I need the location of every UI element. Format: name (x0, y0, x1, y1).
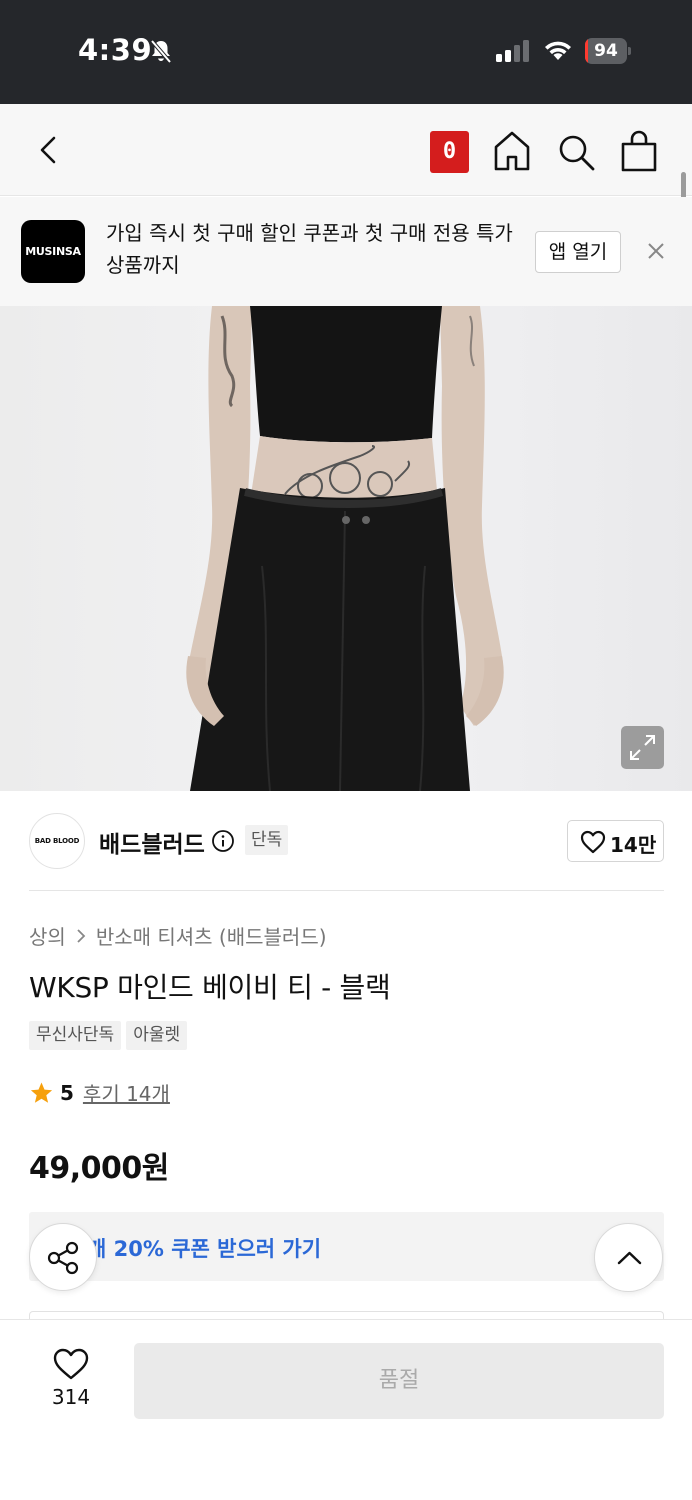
heart-icon (53, 1348, 89, 1380)
share-button[interactable] (29, 1223, 97, 1291)
product-image[interactable] (0, 306, 692, 791)
breadcrumb-subcategory[interactable]: 반소매 티셔츠 (배드블러드) (96, 921, 327, 950)
bottom-action-bar: 314 품절 (0, 1319, 692, 1500)
breadcrumb: 상의 반소매 티셔츠 (배드블러드) (29, 921, 327, 950)
scroll-top-button[interactable] (594, 1223, 663, 1292)
brand-row: BAD BLOOD 배드블러드 단독 14만 (0, 791, 692, 891)
bell-off-icon (150, 39, 172, 64)
search-icon[interactable] (556, 132, 596, 172)
info-icon[interactable] (211, 829, 235, 853)
home-icon[interactable] (492, 130, 532, 172)
app-download-banner[interactable]: MUSINSA 가입 즉시 첫 구매 할인 쿠폰과 첫 구매 전용 특가 상품까… (0, 197, 692, 306)
product-title: WKSP 마인드 베이비 티 - 블랙 (29, 971, 391, 1004)
top-navigation: 0 (0, 104, 692, 196)
battery-icon: 94 (585, 38, 631, 64)
review-link[interactable]: 후기 14개 (83, 1078, 170, 1107)
banner-message: 가입 즉시 첫 구매 할인 쿠폰과 첫 구매 전용 특가 상품까지 (106, 221, 513, 277)
wishlist-count: 314 (51, 1385, 91, 1409)
brand-like-button[interactable]: 14만 (567, 820, 664, 862)
status-bar: 4:39 94 (0, 0, 692, 104)
product-price: 49,000원 (29, 1151, 169, 1186)
heart-icon (580, 830, 606, 854)
chevron-up-icon (617, 1251, 642, 1265)
status-time: 4:39 (78, 33, 153, 67)
star-icon (30, 1082, 53, 1103)
rating-score: 5 (60, 1080, 74, 1105)
shopping-bag-icon[interactable] (620, 130, 658, 172)
cart-count-badge[interactable]: 0 (430, 131, 469, 173)
brand-like-count: 14만 (610, 833, 657, 857)
chevron-right-icon (77, 928, 86, 943)
coupon-text: 개 20% 쿠폰 받으러 가기 (87, 1237, 322, 1261)
share-icon (47, 1241, 79, 1275)
wifi-icon (545, 41, 571, 60)
battery-level: 94 (594, 41, 618, 61)
musinsa-logo: MUSINSA (21, 220, 85, 283)
rating: 5 후기 14개 (29, 1078, 170, 1107)
tag-musinsa-exclusive: 무신사단독 (29, 1021, 122, 1050)
brand-name[interactable]: 배드블러드 (99, 825, 205, 859)
divider (29, 890, 664, 891)
coupon-banner[interactable]: 개 20% 쿠폰 받으러 가기 (29, 1212, 664, 1281)
open-app-button[interactable]: 앱 열기 (535, 231, 621, 273)
signal-icon (496, 40, 529, 62)
soldout-button[interactable]: 품절 (134, 1343, 664, 1419)
exclusive-badge: 단독 (245, 825, 289, 855)
wishlist-button[interactable]: 314 (40, 1347, 102, 1419)
breadcrumb-category[interactable]: 상의 (29, 921, 66, 950)
product-tags: 무신사단독 아울렛 (29, 1021, 188, 1050)
close-icon[interactable] (644, 239, 668, 263)
expand-icon[interactable] (621, 726, 664, 769)
back-icon[interactable] (32, 132, 68, 168)
product-photo (186, 306, 504, 791)
brand-logo[interactable]: BAD BLOOD (29, 813, 85, 869)
tag-outlet: 아울렛 (126, 1021, 188, 1050)
